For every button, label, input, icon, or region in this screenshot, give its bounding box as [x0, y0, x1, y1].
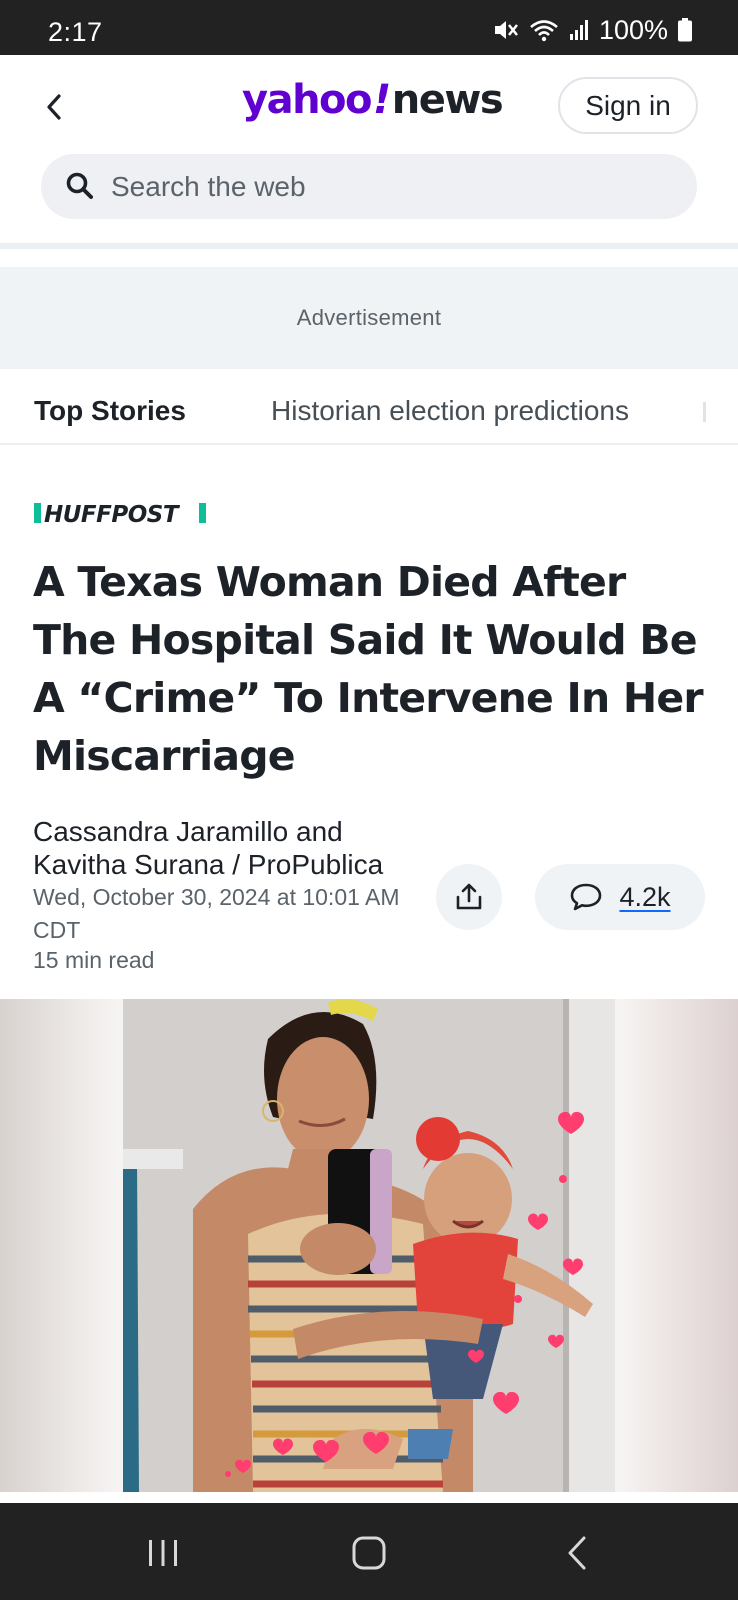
- status-icons: 100%: [493, 15, 692, 45]
- comment-bubble-icon: [571, 883, 602, 911]
- article-headline: A Texas Woman Died After The Hospital Sa…: [33, 558, 704, 780]
- system-navigation-bar: [0, 1503, 738, 1600]
- share-button[interactable]: [436, 864, 502, 930]
- article-hero-image[interactable]: [0, 999, 738, 1492]
- yahoo-news-logo[interactable]: yahoo ! news: [242, 77, 504, 133]
- comments-button[interactable]: 4.2k: [535, 864, 705, 930]
- search-icon: [65, 171, 95, 206]
- publisher-name: HUFFPOST: [44, 502, 181, 526]
- huffpost-right-bar: [199, 503, 206, 523]
- huffpost-left-bar: [34, 503, 41, 523]
- app-header: yahoo ! news Sign in: [0, 55, 738, 243]
- mute-icon: [493, 18, 519, 42]
- article-read-time: 15 min read: [33, 947, 155, 973]
- story-tabs: Top Stories Historian election predictio…: [0, 369, 738, 445]
- status-time: 2:17: [48, 17, 103, 47]
- chevron-left-icon: [47, 94, 61, 120]
- recent-apps-button[interactable]: [133, 1531, 193, 1575]
- yahoo-news-article-page: 2:17 100% yahoo ! news Sign in Search th…: [0, 0, 738, 1600]
- home-icon: [352, 1536, 386, 1570]
- recent-apps-icon: [149, 1540, 177, 1566]
- battery-icon: [678, 18, 692, 42]
- advertisement-slot[interactable]: Advertisement: [0, 267, 738, 369]
- logo-yahoo-text: yahoo: [242, 77, 373, 123]
- article-date: Wed, October 30, 2024 at 10:01 AM CDT: [33, 884, 400, 943]
- logo-slash: !: [373, 77, 391, 123]
- share-icon: [456, 883, 482, 910]
- home-button[interactable]: [339, 1531, 399, 1575]
- wifi-icon: [529, 18, 559, 42]
- system-back-button[interactable]: [547, 1531, 607, 1575]
- status-bar: 2:17 100%: [0, 0, 738, 55]
- header-divider: [0, 243, 738, 249]
- signal-icon: [569, 19, 589, 41]
- advertisement-label: Advertisement: [296, 305, 442, 330]
- logo-news-text: news: [391, 77, 504, 123]
- search-input[interactable]: [111, 154, 671, 219]
- sign-in-button[interactable]: Sign in: [558, 77, 698, 134]
- article-byline[interactable]: Cassandra Jaramillo and Kavitha Surana /…: [33, 815, 413, 881]
- tab-historian-election-predictions[interactable]: Historian election predictions: [271, 395, 629, 427]
- system-back-icon: [568, 1536, 586, 1570]
- battery-percent: 100%: [598, 14, 668, 45]
- comment-count: 4.2k: [619, 881, 671, 912]
- hero-photo: [123, 999, 615, 1492]
- tab-top-stories[interactable]: Top Stories: [34, 395, 186, 427]
- tabs-overflow-indicator: [703, 402, 706, 422]
- back-button[interactable]: [36, 85, 72, 129]
- search-bar[interactable]: [41, 154, 697, 219]
- publisher-logo-huffpost[interactable]: HUFFPOST: [34, 500, 214, 528]
